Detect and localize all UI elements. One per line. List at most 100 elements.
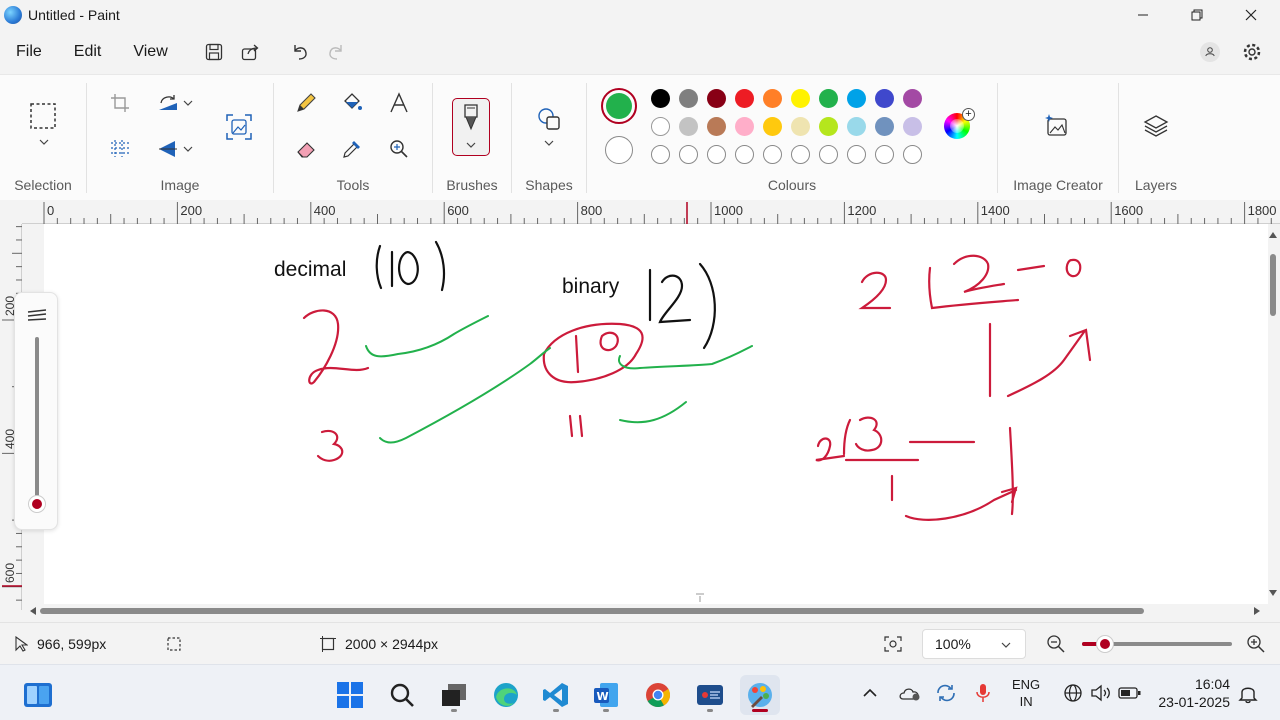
palette-color-swatch[interactable] (735, 117, 754, 136)
settings-button[interactable] (1238, 38, 1266, 66)
remove-background-button[interactable] (223, 111, 255, 143)
palette-color-swatch[interactable] (847, 117, 866, 136)
horizontal-ruler-ticks (43, 202, 1272, 224)
custom-color-slot[interactable] (875, 145, 894, 164)
secondary-color-button[interactable] (605, 136, 633, 164)
custom-color-slot[interactable] (651, 145, 670, 164)
share-button[interactable] (232, 36, 268, 68)
palette-color-swatch[interactable] (651, 89, 670, 108)
start-button[interactable] (330, 675, 370, 715)
palette-color-swatch[interactable] (707, 117, 726, 136)
sync-tray-button[interactable] (934, 665, 958, 720)
palette-color-swatch[interactable] (875, 89, 894, 108)
palette-color-swatch[interactable] (763, 89, 782, 108)
fill-button[interactable] (338, 89, 366, 117)
palette-color-swatch[interactable] (735, 89, 754, 108)
text-button[interactable] (385, 89, 413, 117)
vertical-scroll-thumb[interactable] (1270, 254, 1276, 316)
word-app[interactable]: W (586, 675, 626, 715)
flip-dropdown[interactable] (181, 135, 195, 163)
battery-tray-button[interactable] (1118, 665, 1142, 720)
palette-color-swatch[interactable] (791, 117, 810, 136)
palette-color-swatch[interactable] (763, 117, 782, 136)
brushes-group: Brushes (433, 75, 511, 201)
zoom-out-button[interactable] (1046, 623, 1066, 665)
search-button[interactable] (382, 675, 422, 715)
close-button[interactable] (1224, 0, 1278, 30)
input-language-button[interactable]: ENG IN (1012, 665, 1040, 720)
save-button[interactable] (196, 36, 232, 68)
horizontal-scrollbar[interactable] (22, 604, 1268, 618)
custom-color-slot[interactable] (819, 145, 838, 164)
edge-app[interactable] (486, 675, 526, 715)
palette-color-swatch[interactable] (819, 117, 838, 136)
custom-color-slot[interactable] (763, 145, 782, 164)
magnifier-button[interactable] (385, 135, 413, 163)
palette-color-swatch[interactable] (819, 89, 838, 108)
palette-color-swatch[interactable] (903, 89, 922, 108)
image-creator-button[interactable] (1043, 112, 1071, 140)
primary-color-button[interactable] (601, 88, 637, 124)
custom-color-slot[interactable] (679, 145, 698, 164)
shapes-dropdown[interactable] (535, 135, 563, 151)
ruler-label: 800 (580, 203, 603, 218)
resize-button[interactable] (106, 135, 134, 163)
clock-button[interactable]: 16:04 23-01-2025 (1152, 665, 1230, 720)
eraser-button[interactable] (292, 135, 320, 163)
selection-dropdown[interactable] (30, 133, 58, 151)
pencil-button[interactable] (292, 89, 320, 117)
palette-color-swatch[interactable] (707, 89, 726, 108)
shapes-button[interactable] (535, 105, 563, 133)
rotate-button[interactable] (154, 89, 182, 117)
selection-button[interactable] (28, 101, 58, 131)
zoom-in-button[interactable] (1246, 623, 1266, 665)
brush-size-thumb[interactable] (28, 495, 46, 513)
volume-tray-button[interactable] (1090, 665, 1112, 720)
brush-size-track[interactable] (35, 337, 39, 507)
palette-color-swatch[interactable] (679, 89, 698, 108)
screen-recorder-app[interactable] (690, 675, 730, 715)
custom-color-slot[interactable] (791, 145, 810, 164)
onedrive-tray-button[interactable] (898, 665, 922, 720)
menu-view[interactable]: View (121, 36, 179, 68)
account-button[interactable] (1196, 38, 1224, 66)
vscode-app[interactable] (536, 675, 576, 715)
drawing-canvas[interactable]: decimal binary (44, 224, 1268, 604)
network-tray-button[interactable] (1062, 665, 1084, 720)
minimize-button[interactable] (1116, 0, 1170, 30)
vertical-scrollbar[interactable] (1266, 224, 1280, 604)
custom-color-slot[interactable] (707, 145, 726, 164)
flip-button[interactable] (154, 135, 182, 163)
notifications-button[interactable] (1238, 665, 1258, 720)
chrome-app[interactable] (638, 675, 678, 715)
horizontal-scroll-thumb[interactable] (40, 608, 1144, 614)
redo-button[interactable] (318, 36, 354, 68)
rotate-dropdown[interactable] (181, 89, 195, 117)
menu-file[interactable]: File (4, 36, 54, 68)
palette-color-swatch[interactable] (791, 89, 810, 108)
microphone-tray-button[interactable] (974, 665, 992, 720)
edit-colours-button[interactable]: + (944, 108, 975, 139)
palette-color-swatch[interactable] (679, 117, 698, 136)
crop-button[interactable] (106, 89, 134, 117)
task-view-button[interactable] (434, 675, 474, 715)
brushes-button[interactable] (452, 98, 490, 156)
undo-button[interactable] (282, 36, 318, 68)
restore-button[interactable] (1170, 0, 1224, 30)
palette-color-swatch[interactable] (875, 117, 894, 136)
custom-color-slot[interactable] (735, 145, 754, 164)
menu-edit[interactable]: Edit (62, 36, 114, 68)
custom-color-slot[interactable] (903, 145, 922, 164)
palette-color-swatch[interactable] (903, 117, 922, 136)
widgets-button[interactable] (18, 675, 58, 715)
paint-app[interactable] (740, 675, 780, 715)
show-hidden-icons-button[interactable] (862, 665, 878, 720)
fit-to-window-button[interactable] (884, 623, 902, 665)
zoom-level-select[interactable]: 100% (922, 629, 1026, 659)
custom-color-slot[interactable] (847, 145, 866, 164)
zoom-slider-thumb[interactable] (1096, 635, 1114, 653)
palette-color-swatch[interactable] (651, 117, 670, 136)
color-picker-button[interactable] (338, 135, 366, 163)
palette-color-swatch[interactable] (847, 89, 866, 108)
layers-button[interactable] (1142, 112, 1170, 140)
